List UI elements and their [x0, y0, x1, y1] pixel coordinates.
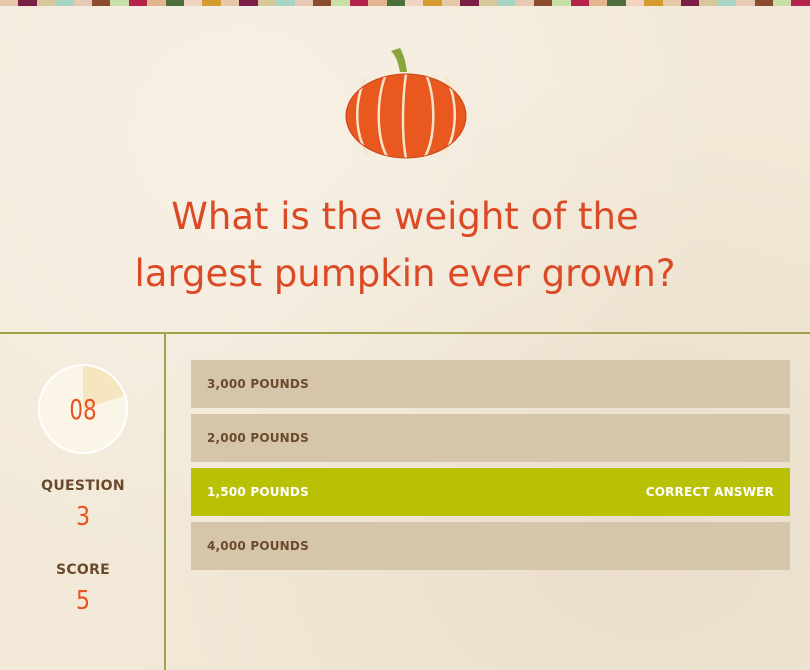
answer-label: 1,500 POUNDS	[207, 485, 309, 499]
horizontal-divider	[0, 332, 810, 334]
stripe-segment	[754, 0, 774, 6]
score-value: 5	[75, 586, 91, 616]
stripe-segment	[589, 0, 608, 6]
pumpkin-icon	[345, 48, 467, 159]
stripe-segment	[441, 0, 461, 6]
answer-option-4[interactable]: 4,000 POUNDS	[191, 522, 790, 570]
stripe-segment	[18, 0, 37, 6]
stripe-segment	[165, 0, 185, 6]
stripe-segment	[202, 0, 221, 6]
stripe-segment	[478, 0, 497, 6]
stripe-segment	[607, 0, 626, 6]
stripe-segment	[257, 0, 277, 6]
score-label: SCORE	[55, 562, 111, 578]
question-label: QUESTION	[41, 478, 125, 494]
answer-label: 2,000 POUNDS	[207, 431, 309, 445]
answer-label: 4,000 POUNDS	[207, 539, 309, 553]
stripe-segment	[276, 0, 295, 6]
stripe-segment	[368, 0, 387, 6]
answer-status: CORRECT ANSWER	[645, 485, 774, 499]
stripe-segment	[184, 0, 203, 6]
stripe-segment	[515, 0, 534, 6]
question-number: 3	[75, 502, 91, 532]
stripe-segment	[331, 0, 350, 6]
stripe-segment	[773, 0, 792, 6]
stripe-segment	[552, 0, 571, 6]
stripe-segment	[570, 0, 589, 6]
answer-label: 3,000 POUNDS	[207, 377, 309, 391]
question-text: What is the weight of the largest pumpki…	[0, 188, 810, 302]
decorative-top-stripe	[0, 0, 810, 6]
stripe-segment	[128, 0, 148, 6]
stripe-segment	[92, 0, 111, 6]
stripe-segment	[791, 0, 810, 6]
stripe-segment	[644, 0, 663, 6]
stripe-segment	[386, 0, 405, 6]
stripe-segment	[239, 0, 258, 6]
stripe-segment	[533, 0, 553, 6]
answer-option-3[interactable]: 1,500 POUNDS CORRECT ANSWER	[191, 468, 790, 516]
stripe-segment	[699, 0, 718, 6]
stripe-segment	[0, 0, 19, 6]
stripe-segment	[294, 0, 313, 6]
stripe-segment	[662, 0, 682, 6]
vertical-divider	[164, 332, 166, 670]
stripe-segment	[220, 0, 240, 6]
stripe-segment	[349, 0, 369, 6]
timer-value: 08	[69, 392, 97, 426]
stripe-segment	[110, 0, 129, 6]
answer-option-1[interactable]: 3,000 POUNDS	[191, 360, 790, 408]
stripe-segment	[36, 0, 56, 6]
stripe-segment	[55, 0, 74, 6]
stripe-segment	[460, 0, 479, 6]
question-line-1: What is the weight of the	[171, 195, 639, 238]
answer-option-2[interactable]: 2,000 POUNDS	[191, 414, 790, 462]
stripe-segment	[625, 0, 645, 6]
stripe-segment	[404, 0, 424, 6]
stripe-segment	[312, 0, 332, 6]
question-line-2: largest pumpkin ever grown?	[134, 252, 676, 295]
stripe-segment	[681, 0, 700, 6]
stripe-segment	[736, 0, 755, 6]
stripe-segment	[717, 0, 737, 6]
stripe-segment	[423, 0, 442, 6]
stripe-segment	[496, 0, 516, 6]
stripe-segment	[147, 0, 166, 6]
stripe-segment	[73, 0, 93, 6]
